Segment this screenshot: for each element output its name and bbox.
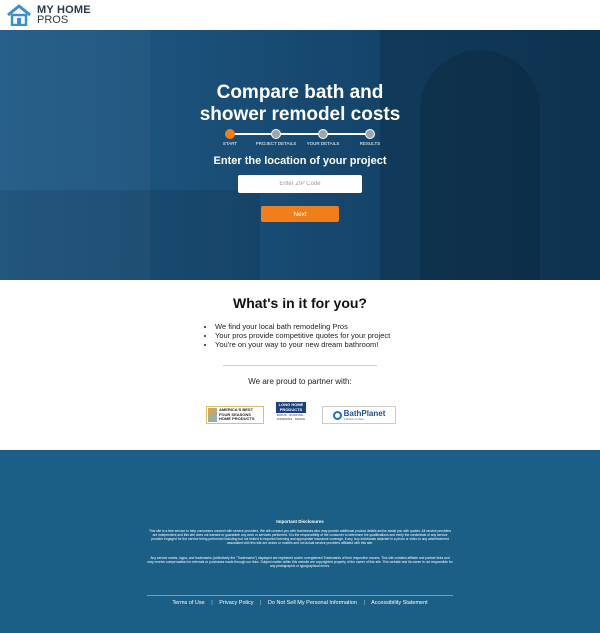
- link-separator: |: [363, 600, 365, 606]
- long-home-logo: LONG HOME PRODUCTS BATHS · ROOFING · WIN…: [276, 402, 306, 426]
- section-divider: [223, 365, 377, 366]
- progress-track: [229, 133, 369, 135]
- house-icon: [7, 4, 31, 26]
- accessibility-statement-link[interactable]: Accessibility Statement: [371, 600, 428, 606]
- long-home-tagline: BATHS · ROOFING · WINDOWS · SIDING: [276, 413, 306, 421]
- privacy-policy-link[interactable]: Privacy Policy: [219, 600, 253, 606]
- site-footer: Important Disclosures This site is a fre…: [0, 450, 600, 633]
- step-label-your-details: YOUR DETAILS: [306, 141, 340, 146]
- step-label-project-details: PROJECT DETAILS: [255, 141, 297, 146]
- hero-background-counter: [0, 190, 260, 280]
- four-seasons-emblem-icon: [208, 408, 217, 422]
- terms-of-use-link[interactable]: Terms of Use: [172, 600, 204, 606]
- disclosure-paragraph-2: Any service marks, logos, and trademarks…: [147, 556, 453, 568]
- partner-logos: AMERICA'S BEST FOUR SEASONS HOME PRODUCT…: [0, 402, 600, 426]
- logo-line-2: PROS: [37, 14, 69, 26]
- step-label-results: RESULTS: [359, 141, 381, 146]
- site-logo[interactable]: MY HOME PROS: [6, 4, 91, 26]
- hero-title: Compare bath and shower remodel costs: [0, 82, 600, 126]
- link-separator: |: [211, 600, 213, 606]
- hero-section: Compare bath and shower remodel costs ST…: [0, 30, 600, 280]
- site-header: MY HOME PROS: [0, 0, 600, 30]
- benefits-section: What's in it for you? We find your local…: [0, 280, 600, 450]
- location-prompt: Enter the location of your project: [213, 155, 387, 167]
- long-home-name: LONG HOME PRODUCTS: [276, 402, 306, 413]
- next-button[interactable]: Next: [261, 206, 339, 222]
- benefits-heading: What's in it for you?: [233, 295, 367, 311]
- step-label-start: START: [222, 141, 238, 146]
- partner-heading: We are proud to partner with:: [248, 377, 352, 386]
- step-dot-your-details: [318, 129, 328, 139]
- hero-title-line-1: Compare bath and: [216, 82, 384, 103]
- footer-divider: [147, 595, 453, 596]
- bath-planet-name: BathPlanet: [343, 409, 386, 418]
- disclosure-paragraph-1: This site is a free service to help cons…: [148, 529, 452, 545]
- link-separator: |: [259, 600, 262, 606]
- bath-planet-ring-icon: [332, 410, 342, 420]
- footer-links: Terms of Use | Privacy Policy | Do Not S…: [0, 600, 600, 606]
- step-dot-project-details: [271, 129, 281, 139]
- four-seasons-logo: AMERICA'S BEST FOUR SEASONS HOME PRODUCT…: [206, 406, 264, 424]
- disclosures-title: Important Disclosures: [276, 519, 324, 524]
- zip-code-input[interactable]: [238, 175, 362, 193]
- bath-planet-logo: BathPlanet A Division of Valor: [322, 406, 396, 424]
- benefit-item: You're on your way to your new dream bat…: [215, 340, 390, 349]
- step-dot-start: [225, 129, 235, 139]
- hero-title-line-2: shower remodel costs: [199, 104, 401, 125]
- four-seasons-name: FOUR SEASONS HOME PRODUCTS: [218, 411, 255, 422]
- benefit-item: Your pros provide competitive quotes for…: [215, 331, 390, 340]
- benefits-list: We find your local bath remodeling Pros …: [207, 322, 390, 349]
- step-dot-results: [365, 129, 375, 139]
- do-not-sell-link[interactable]: Do Not Sell My Personal Information: [268, 600, 357, 606]
- bath-planet-tagline: A Division of Valor: [343, 418, 364, 421]
- benefit-item: We find your local bath remodeling Pros: [215, 322, 390, 331]
